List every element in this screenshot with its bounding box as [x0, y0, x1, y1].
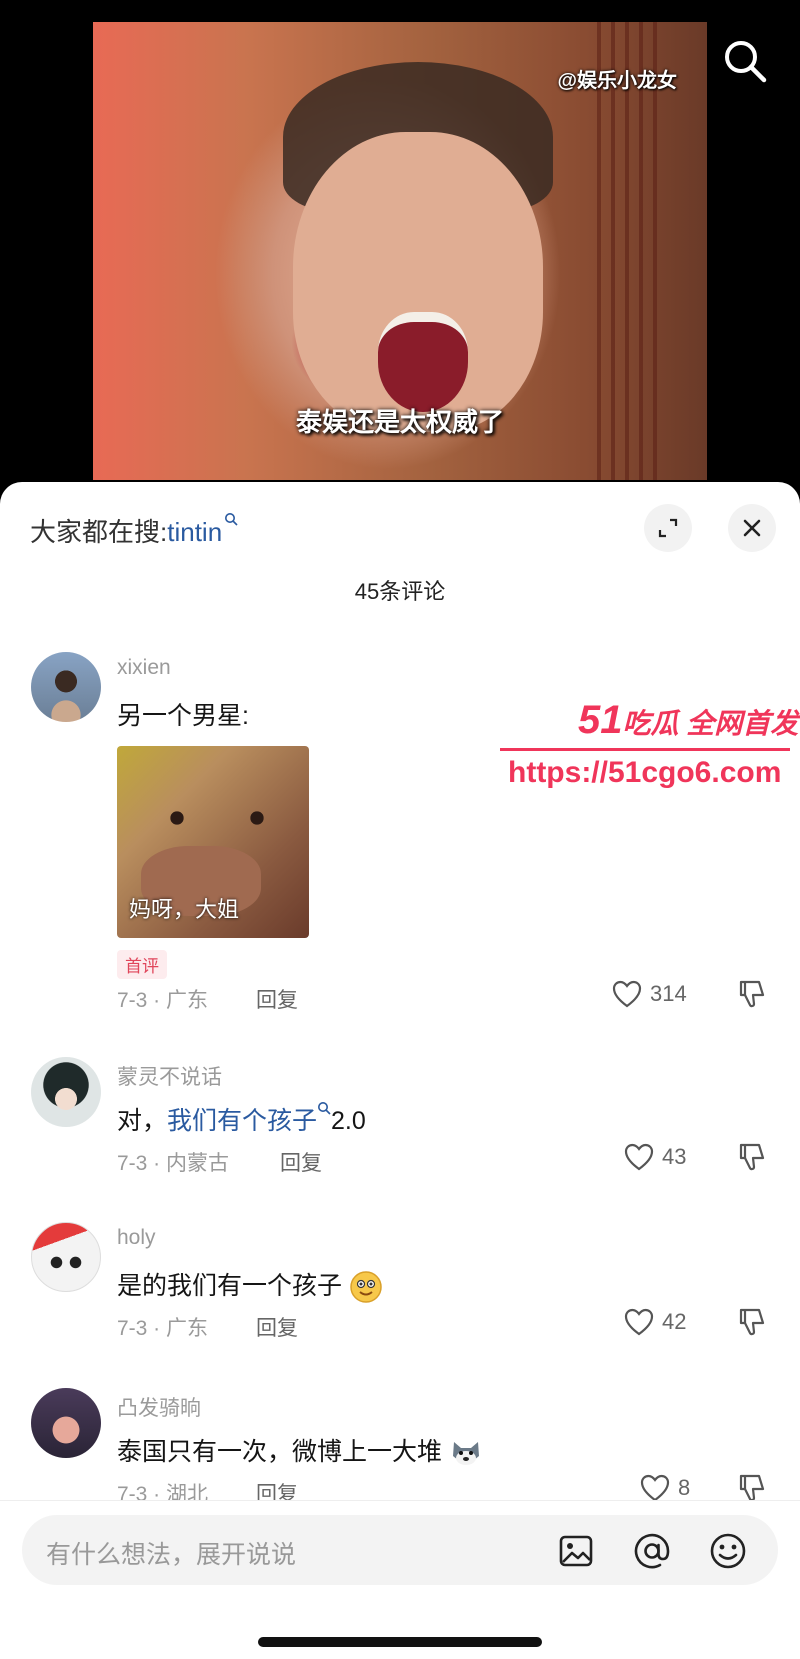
- like-button[interactable]: 42: [624, 1308, 686, 1336]
- reply-button[interactable]: 回复: [280, 1147, 322, 1177]
- heart-icon: [640, 1474, 670, 1500]
- comment-meta: 7-3 · 广东: [117, 989, 209, 1012]
- comment-meta: 7-3 · 内蒙古: [117, 1152, 230, 1175]
- comment-meta: 7-3 · 湖北: [117, 1483, 209, 1500]
- search-prefix: 大家都在搜:: [30, 517, 168, 547]
- avatar[interactable]: [31, 1222, 101, 1292]
- comment-text-suffix: 2.0: [331, 1107, 366, 1135]
- image-icon[interactable]: [556, 1531, 596, 1571]
- dislike-icon[interactable]: [735, 1306, 767, 1338]
- watermark-url: https://51cgo6.com: [508, 756, 782, 789]
- dislike-icon[interactable]: [735, 1141, 767, 1173]
- at-icon[interactable]: [632, 1531, 672, 1571]
- like-count: 43: [662, 1144, 687, 1169]
- comment-item: 凸发骑晌 泰国只有一次，微博上一大堆 7-3 · 湖北 回复 8: [0, 1388, 800, 1500]
- comment-text: 泰国只有一次，微博上一大堆: [117, 1432, 483, 1470]
- dislike-icon[interactable]: [735, 1472, 767, 1500]
- like-count: 8: [678, 1475, 691, 1500]
- video-player[interactable]: @娱乐小龙女 泰娱还是太权威了: [0, 0, 800, 480]
- comment-text-body: 是的我们有一个孩子: [117, 1272, 343, 1300]
- dog-emoji-icon: [452, 1442, 479, 1466]
- comment-text: 是的我们有一个孩子: [117, 1266, 383, 1304]
- comment-sheet: 大家都在搜:tintin 45条评论 xixien 另一个男星: 妈呀，大姐 首…: [0, 482, 800, 1659]
- watermark-brand-text: 吃瓜 全网首发: [622, 708, 799, 739]
- comment-input[interactable]: 有什么想法，展开说说: [22, 1515, 778, 1585]
- avatar[interactable]: [31, 1388, 101, 1458]
- video-watermark: @娱乐小龙女: [557, 70, 677, 92]
- comment-text-body: 泰国只有一次，微博上一大堆: [117, 1438, 443, 1466]
- comment-count: 45条评论: [354, 579, 446, 604]
- like-count: 42: [662, 1309, 687, 1334]
- like-button[interactable]: 8: [640, 1474, 690, 1500]
- reply-button[interactable]: 回复: [256, 1312, 298, 1342]
- watermark-brand: 51吃瓜 全网首发: [578, 698, 798, 743]
- video-subtitle: 泰娱还是太权威了: [295, 407, 504, 437]
- expand-button[interactable]: [644, 504, 692, 552]
- sticker-caption: 妈呀，大姐: [129, 897, 240, 922]
- first-comment-badge: 首评: [117, 950, 167, 979]
- comment-username[interactable]: xixien: [117, 656, 171, 680]
- mini-search-icon: [225, 513, 238, 526]
- avatar[interactable]: [31, 1057, 101, 1127]
- video-mouth: [378, 312, 468, 412]
- search-icon[interactable]: [722, 38, 768, 84]
- mini-search-icon: [318, 1102, 331, 1115]
- like-button[interactable]: 314: [612, 980, 687, 1008]
- reply-button[interactable]: 回复: [256, 1478, 298, 1500]
- comment-username[interactable]: holy: [117, 1226, 156, 1250]
- comment-text: 对，我们有个孩子 2.0: [117, 1101, 366, 1137]
- home-indicator[interactable]: [258, 1637, 542, 1647]
- dislike-icon[interactable]: [735, 978, 767, 1010]
- heart-icon: [624, 1143, 654, 1171]
- like-button[interactable]: 43: [624, 1143, 686, 1171]
- like-count: 314: [650, 981, 687, 1006]
- close-icon: [743, 519, 761, 537]
- comment-sticker-image[interactable]: 妈呀，大姐: [117, 746, 309, 938]
- comment-item: holy 是的我们有一个孩子 7-3 · 广东 回复 42: [0, 1222, 800, 1352]
- search-link-text[interactable]: 我们有个孩子: [167, 1107, 317, 1135]
- reply-button[interactable]: 回复: [256, 984, 298, 1014]
- emoji-icon[interactable]: [708, 1531, 748, 1571]
- comment-username[interactable]: 蒙灵不说话: [117, 1061, 222, 1091]
- sticker-eyes: [157, 806, 277, 830]
- comment-text: 另一个男星:: [117, 702, 249, 730]
- comment-item: 蒙灵不说话 对，我们有个孩子 2.0 7-3 · 内蒙古 回复 43: [0, 1057, 800, 1187]
- watermark-line: [500, 748, 790, 751]
- site-watermark: 51吃瓜 全网首发 https://51cgo6.com: [500, 698, 800, 798]
- smile-emoji-icon: [350, 1271, 382, 1304]
- comment-input-bar: 有什么想法，展开说说: [0, 1500, 800, 1659]
- search-suggestion[interactable]: 大家都在搜:tintin: [30, 512, 238, 549]
- search-term-link[interactable]: tintin: [167, 517, 222, 547]
- comment-username[interactable]: 凸发骑晌: [117, 1392, 201, 1422]
- comment-text-prefix: 对，: [117, 1107, 168, 1135]
- close-button[interactable]: [728, 504, 776, 552]
- expand-icon: [658, 518, 678, 538]
- heart-icon: [612, 980, 642, 1008]
- heart-icon: [624, 1308, 654, 1336]
- watermark-brand-number: 51: [578, 698, 623, 742]
- avatar[interactable]: [31, 652, 101, 722]
- video-frame[interactable]: @娱乐小龙女 泰娱还是太权威了: [93, 22, 707, 480]
- comment-meta: 7-3 · 广东: [117, 1317, 209, 1340]
- sheet-header: 大家都在搜:tintin 45条评论: [0, 482, 800, 604]
- input-placeholder: 有什么想法，展开说说: [46, 1541, 297, 1569]
